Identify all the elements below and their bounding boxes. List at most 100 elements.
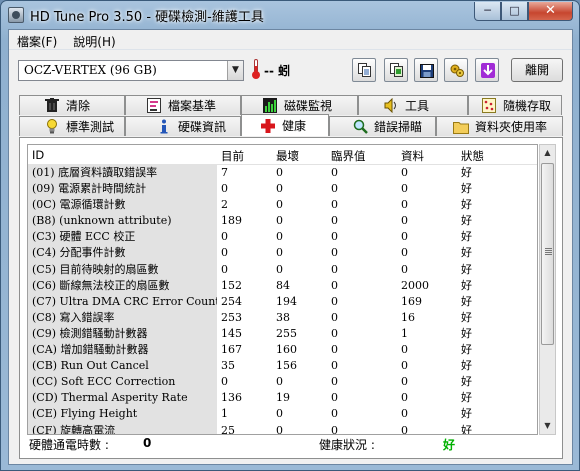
file-benchmark-icon — [146, 98, 162, 114]
download-button[interactable] — [475, 58, 499, 82]
cell-data: 0 — [401, 214, 408, 228]
cell-threshold: 0 — [331, 343, 338, 357]
table-row[interactable]: (C9) 檢測錯騷動計數器 145 255 0 1 好 — [28, 325, 537, 343]
cell-threshold: 0 — [331, 278, 338, 292]
header-threshold[interactable]: 臨界值 — [327, 145, 397, 164]
table-row[interactable]: (CE) Flying Height 1 0 0 0 好 — [28, 406, 537, 423]
minimize-button[interactable]: ─ — [474, 2, 501, 21]
drive-select[interactable]: OCZ-VERTEX (96 GB) ▼ — [18, 60, 244, 81]
title-bar[interactable]: HD Tune Pro 3.50 - 硬碟檢測-維護工具 ─ □ ✕ — [1, 1, 579, 29]
tab-benchmark[interactable]: 標準測試 — [19, 116, 125, 136]
table-row[interactable]: (01) 底層資料讀取錯誤率 7 0 0 0 好 — [28, 165, 537, 182]
cell-current: 189 — [221, 214, 242, 228]
cell-data: 0 — [401, 359, 408, 373]
cell-current: 1 — [221, 407, 228, 421]
cell-data: 2000 — [401, 278, 429, 292]
tab-folder-usage[interactable]: 資料夾使用率 — [436, 116, 563, 136]
save-icon — [420, 63, 434, 78]
cell-id: (CC) Soft ECC Correction — [28, 374, 217, 391]
tab-erase[interactable]: 清除 — [19, 95, 125, 115]
scroll-up-icon[interactable]: ▲ — [540, 145, 555, 161]
power-on-value: 0 — [143, 436, 152, 450]
cell-data: 0 — [401, 343, 408, 357]
cell-current: 0 — [221, 182, 228, 196]
copy-screenshot-icon — [390, 63, 403, 77]
options-button[interactable] — [444, 58, 468, 82]
maximize-button[interactable]: □ — [501, 2, 528, 21]
tab-error-scan[interactable]: 錯誤掃瞄 — [329, 116, 436, 136]
cell-status: 好 — [461, 182, 472, 196]
cell-worst: 194 — [276, 294, 297, 308]
tab-random-access[interactable]: 隨機存取 — [468, 95, 562, 115]
cell-worst: 160 — [276, 343, 297, 357]
cell-data: 0 — [401, 246, 408, 260]
table-row[interactable]: (C4) 分配事件計數 0 0 0 0 好 — [28, 245, 537, 262]
cell-data: 0 — [401, 182, 408, 196]
table-body: (01) 底層資料讀取錯誤率 7 0 0 0 好 (09) 電源累計時間統計 0 0 0 0 好 (0C… — [28, 165, 537, 434]
table-row[interactable]: (CD) Thermal Asperity Rate 136 19 0 0 好 — [28, 390, 537, 407]
cell-data: 0 — [401, 230, 408, 244]
cell-status: 好 — [461, 278, 472, 292]
smart-attribute-table[interactable]: ID 目前 最壞 臨界值 資料 狀態 (01) 底層資料讀取錯誤率 7 0 0 0 好 (0… — [27, 144, 538, 435]
table-row[interactable]: (09) 電源累計時間統計 0 0 0 0 好 — [28, 181, 537, 198]
table-row[interactable]: (C6) 斷線無法校正的扇區數 152 84 0 2000 好 — [28, 277, 537, 294]
cell-current: 152 — [221, 278, 242, 292]
tab-tools[interactable]: 工具 — [358, 95, 468, 115]
header-data[interactable]: 資料 — [397, 145, 457, 164]
header-status[interactable]: 狀態 — [457, 145, 517, 164]
info-icon — [156, 119, 172, 135]
exit-button[interactable]: 離開 — [511, 58, 563, 82]
save-button[interactable] — [414, 58, 438, 82]
copy-text-button[interactable] — [352, 58, 376, 82]
cell-id: (C7) Ultra DMA CRC Error Count — [28, 293, 217, 310]
tab-disk-monitor[interactable]: 磁碟監視 — [241, 95, 358, 115]
tab-label: 檔案基準 — [168, 99, 217, 113]
tab-health[interactable]: 健康 — [241, 114, 329, 136]
table-row[interactable]: (C7) Ultra DMA CRC Error Count 254 194 0 169… — [28, 293, 537, 310]
tab-drive-info[interactable]: 硬碟資訊 — [125, 116, 241, 136]
cell-data: 16 — [401, 310, 415, 324]
header-worst[interactable]: 最壞 — [272, 145, 327, 164]
cell-worst: 0 — [276, 375, 283, 389]
cell-current: 136 — [221, 391, 242, 405]
vertical-scrollbar[interactable]: ▲ ▼ — [539, 144, 556, 435]
cell-worst: 0 — [276, 214, 283, 228]
cell-status: 好 — [461, 294, 472, 308]
header-current[interactable]: 目前 — [217, 145, 272, 164]
copy-screenshot-button[interactable] — [384, 58, 408, 82]
speaker-icon — [383, 98, 399, 114]
cell-data: 0 — [401, 166, 408, 179]
cell-threshold: 0 — [331, 182, 338, 196]
cell-status: 好 — [461, 214, 472, 228]
header-id[interactable]: ID — [28, 145, 217, 164]
scroll-thumb[interactable] — [541, 163, 554, 345]
tab-file-benchmark[interactable]: 檔案基準 — [125, 95, 241, 115]
chevron-down-icon[interactable]: ▼ — [227, 61, 243, 80]
cell-data: 0 — [401, 375, 408, 389]
table-row[interactable]: (CC) Soft ECC Correction 0 0 0 0 好 — [28, 374, 537, 391]
cell-id: (CE) Flying Height — [28, 406, 217, 423]
table-row[interactable]: (CB) Run Out Cancel 35 156 0 0 好 — [28, 358, 537, 375]
table-row[interactable]: (C3) 硬體 ECC 校正 0 0 0 0 好 — [28, 229, 537, 246]
table-row[interactable]: (CA) 增加錯騷動計數器 167 160 0 0 好 — [28, 342, 537, 359]
cell-status: 好 — [461, 343, 472, 357]
cell-id: (C9) 檢測錯騷動計數器 — [28, 325, 217, 343]
table-row[interactable]: (C8) 寫入錯誤率 253 38 0 16 好 — [28, 309, 537, 326]
table-row[interactable]: (0C) 電源循環計數 2 0 0 0 好 — [28, 197, 537, 214]
cell-id: (01) 底層資料讀取錯誤率 — [28, 165, 217, 182]
close-button[interactable]: ✕ — [528, 2, 573, 21]
cell-current: 167 — [221, 343, 242, 357]
cell-status: 好 — [461, 198, 472, 212]
scroll-down-icon[interactable]: ▼ — [540, 418, 555, 434]
cell-status: 好 — [461, 407, 472, 421]
menu-file[interactable]: 檔案(F) — [9, 30, 65, 49]
menu-help[interactable]: 說明(H) — [65, 30, 123, 49]
cell-threshold: 0 — [331, 214, 338, 228]
health-status-value: 好 — [443, 438, 456, 452]
table-row[interactable]: (C5) 目前待映射的扇區數 0 0 0 0 好 — [28, 261, 537, 278]
cell-threshold: 0 — [331, 375, 338, 389]
cell-threshold: 0 — [331, 310, 338, 324]
table-row[interactable]: (B8) (unknown attribute) 189 0 0 0 好 — [28, 213, 537, 230]
thermometer-icon — [252, 59, 260, 79]
cell-current: 253 — [221, 310, 242, 324]
